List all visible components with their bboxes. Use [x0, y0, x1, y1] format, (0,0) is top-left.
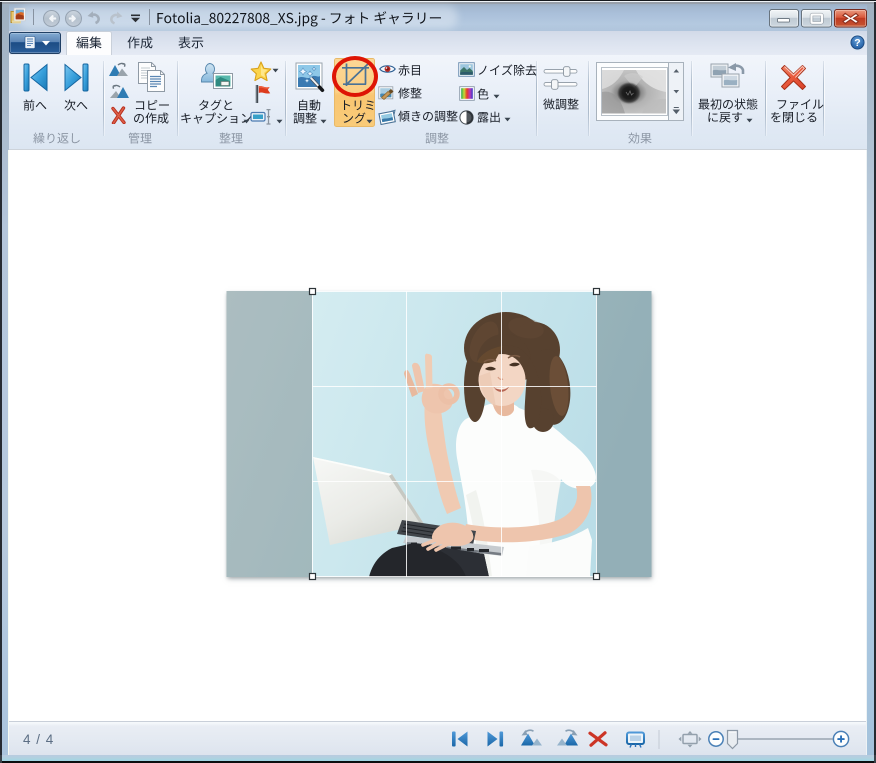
- svg-text:?: ?: [854, 37, 860, 49]
